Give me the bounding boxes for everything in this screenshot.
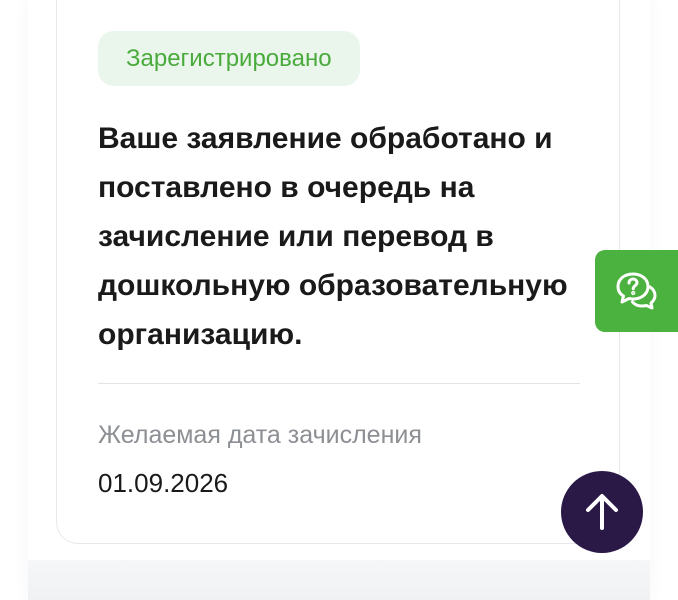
- chat-question-icon: [616, 272, 657, 310]
- desired-date-label: Желаемая дата зачисления: [98, 421, 422, 449]
- desired-date-value: 01.09.2026: [98, 468, 229, 498]
- status-message: Ваше заявление обработано и поставлено в…: [98, 122, 568, 351]
- status-badge: Зарегистрировано: [98, 31, 360, 86]
- next-card-edge: [28, 560, 650, 600]
- scroll-to-top-button[interactable]: [561, 471, 643, 553]
- support-chat-button[interactable]: [595, 250, 678, 332]
- arrow-up-icon: [586, 494, 618, 530]
- divider: [98, 383, 580, 384]
